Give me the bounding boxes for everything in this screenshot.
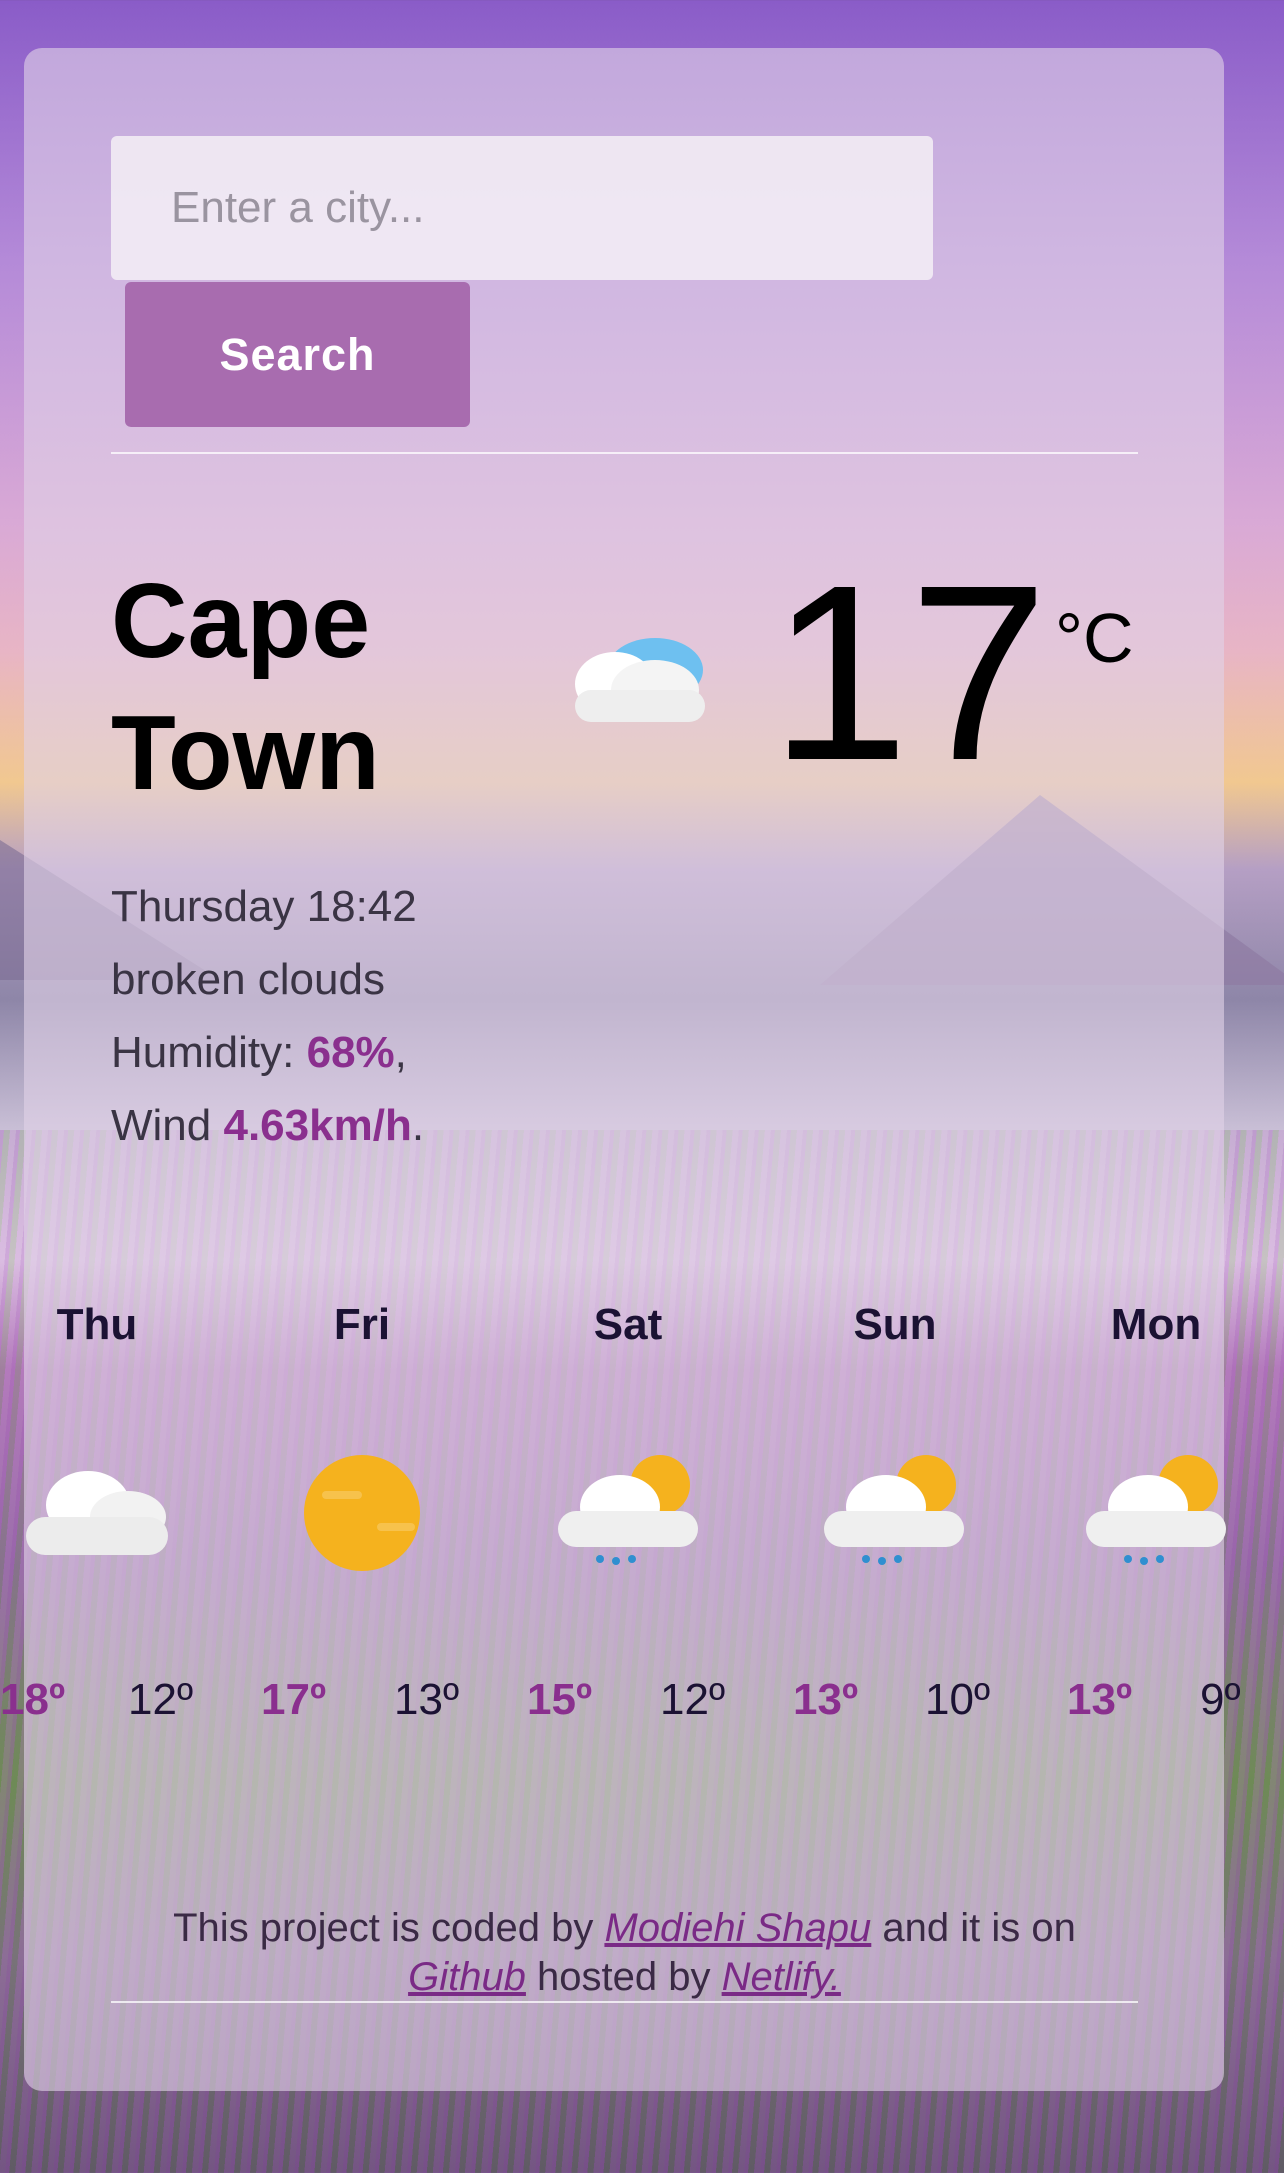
footer: This project is coded by Modiehi Shapu a…	[111, 1904, 1138, 2002]
weather-description: broken clouds	[111, 955, 385, 1004]
forecast-max-fri: 17º	[261, 1675, 327, 1724]
sun-cloud-rain-icon	[824, 1455, 964, 1565]
humidity-suffix: ,	[394, 1028, 407, 1077]
search-input[interactable]: Enter a city...	[111, 136, 933, 280]
forecast-max-sun: 13º	[793, 1675, 859, 1724]
search-placeholder: Enter a city...	[171, 183, 425, 232]
forecast-min-thu: 12º	[128, 1675, 194, 1724]
sun-icon	[304, 1455, 420, 1571]
wind: Wind 4.63km/h.	[111, 1089, 424, 1162]
forecast-day-thu: Thu	[56, 1300, 138, 1349]
footer-text-1: This project is coded by	[173, 1906, 605, 1950]
wind-suffix: .	[411, 1101, 425, 1150]
forecast-max-mon: 13º	[1067, 1675, 1133, 1724]
forecast-min-mon: 9º	[1200, 1675, 1241, 1724]
city-name: Cape Town	[111, 555, 571, 819]
city-name-line1: Cape	[111, 562, 371, 680]
github-link[interactable]: Github	[408, 1955, 526, 1999]
forecast-min-sun: 10º	[925, 1675, 991, 1724]
bottom-divider	[111, 2001, 1138, 2003]
footer-text-3: hosted by	[525, 1955, 722, 1999]
temperature-unit: °C	[1055, 599, 1134, 677]
wind-label: Wind	[111, 1101, 224, 1150]
forecast-day-mon: Mon	[1110, 1300, 1202, 1349]
forecast-max-sat: 15º	[527, 1675, 593, 1724]
humidity-value: 68%	[306, 1028, 395, 1077]
sun-cloud-rain-icon	[558, 1455, 698, 1565]
netlify-link[interactable]: Netlify.	[722, 1955, 841, 1999]
forecast-max-thu: 18º	[0, 1675, 66, 1724]
humidity-label: Humidity:	[111, 1028, 307, 1077]
city-name-line2: Town	[111, 694, 380, 812]
day-time: Thursday 18:42	[111, 882, 417, 931]
wind-value: 4.63km/h	[223, 1101, 412, 1150]
forecast-min-fri: 13º	[394, 1675, 460, 1724]
forecast-min-sat: 12º	[660, 1675, 726, 1724]
weather-details: Thursday 18:42 broken clouds Humidity: 6…	[111, 870, 424, 1162]
forecast-day-fri: Fri	[333, 1300, 391, 1349]
forecast-day-sun: Sun	[853, 1300, 937, 1349]
search-button[interactable]: Search	[125, 282, 470, 427]
cloud-icon	[575, 638, 705, 722]
forecast-day-sat: Sat	[593, 1300, 663, 1349]
humidity: Humidity: 68%,	[111, 1016, 424, 1089]
current-temperature: 17	[770, 533, 1049, 812]
author-link[interactable]: Modiehi Shapu	[604, 1906, 871, 1950]
sun-cloud-rain-icon	[1086, 1455, 1226, 1565]
top-divider	[111, 452, 1138, 454]
footer-text-2: and it is on	[871, 1906, 1076, 1950]
cloud-icon	[26, 1471, 168, 1555]
